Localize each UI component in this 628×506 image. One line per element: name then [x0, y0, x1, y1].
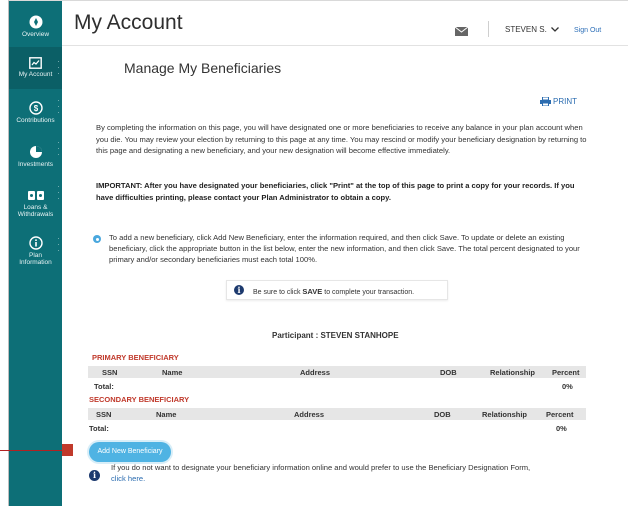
participant-name: Participant : STEVEN STANHOPE: [272, 331, 399, 340]
bullet-icon: [93, 235, 101, 243]
important-notice: IMPORTANT: After you have designated you…: [96, 181, 575, 202]
more-dots-icon[interactable]: · · ·: [57, 97, 60, 117]
more-dots-icon[interactable]: · · ·: [57, 235, 60, 255]
column-header: Percent: [552, 368, 580, 377]
more-dots-icon[interactable]: · · ·: [57, 139, 60, 159]
primary-table-header: SSN Name Address DOB Relationship Percen…: [88, 366, 586, 378]
more-dots-icon[interactable]: · · ·: [57, 58, 60, 78]
notice-text-pre: Be sure to click: [253, 289, 301, 296]
secondary-table-header: SSN Name Address DOB Relationship Percen…: [88, 408, 586, 420]
header: My Account STEVEN S. Sign Out: [62, 1, 628, 46]
pie-icon: [29, 146, 42, 158]
sign-out-link[interactable]: Sign Out: [574, 27, 601, 34]
more-dots-icon[interactable]: · · ·: [57, 183, 60, 203]
column-header: SSN: [102, 368, 118, 377]
sidebar-item-label: Contributions: [16, 117, 55, 124]
column-header: DOB: [434, 410, 451, 419]
info-circle-icon: i: [89, 470, 100, 481]
dollar-icon: $: [28, 101, 43, 115]
footer-note: If you do not want to designate your ben…: [111, 462, 591, 484]
section-title: Manage My Beneficiaries: [124, 60, 282, 76]
mail-icon[interactable]: [455, 27, 468, 36]
notice-save-word: SAVE: [302, 287, 323, 296]
sidebar-item-investments[interactable]: Investments · · ·: [9, 131, 62, 175]
sidebar-item-label: Loans &: [23, 204, 48, 211]
column-header: Address: [294, 410, 325, 419]
callout-marker: [62, 444, 73, 456]
print-link[interactable]: PRINT: [540, 96, 577, 107]
notice-text-post: to complete your transaction.: [324, 289, 415, 296]
chevron-down-icon[interactable]: [551, 27, 559, 32]
footer-text: If you do not want to designate your ben…: [111, 463, 531, 472]
column-header: Name: [156, 410, 177, 419]
primary-total-label: Total:: [94, 382, 114, 391]
sidebar-item-label: Investments: [17, 161, 54, 168]
column-header: Percent: [546, 410, 574, 419]
sidebar-item-label: Withdrawals: [17, 211, 54, 218]
user-menu[interactable]: STEVEN S.: [505, 25, 547, 34]
primary-total-value: 0%: [562, 382, 573, 391]
sidebar: Overview My Account · · · $ Contributions …: [9, 1, 62, 506]
add-new-beneficiary-button[interactable]: Add New Beneficiary: [89, 442, 171, 462]
money-icon: [27, 191, 44, 200]
sidebar-item-label: My Account: [18, 71, 53, 78]
column-header: SSN: [96, 410, 112, 419]
column-header: Address: [300, 368, 331, 377]
instructions-text: To add a new beneficiary, click Add New …: [109, 233, 580, 265]
compass-icon: [29, 15, 42, 29]
sidebar-item-plan-information[interactable]: Plan Information · · ·: [9, 227, 62, 273]
sidebar-item-label: Information: [19, 259, 52, 266]
printer-icon: [540, 96, 551, 107]
svg-text:$: $: [33, 104, 38, 113]
sidebar-item-overview[interactable]: Overview: [9, 1, 62, 47]
intro-text: By completing the information on this pa…: [96, 123, 587, 156]
print-label: PRINT: [553, 97, 577, 106]
save-reminder: i Be sure to click SAVE to complete your…: [226, 280, 448, 300]
sidebar-item-label: Plan: [28, 252, 42, 259]
sidebar-item-loans-withdrawals[interactable]: Loans & Withdrawals · · ·: [9, 175, 62, 227]
sidebar-item-contributions[interactable]: $ Contributions · · ·: [9, 89, 62, 131]
primary-beneficiary-label: PRIMARY BENEFICIARY: [92, 353, 179, 362]
secondary-total-label: Total:: [89, 424, 109, 433]
info-icon: [28, 236, 43, 250]
header-divider: [488, 21, 489, 37]
column-header: Relationship: [482, 410, 528, 419]
page-title: My Account: [74, 11, 183, 34]
callout-line: [0, 450, 66, 451]
column-header: DOB: [440, 368, 457, 377]
column-header: Name: [162, 368, 183, 377]
column-header: Relationship: [490, 368, 536, 377]
secondary-total-value: 0%: [556, 424, 567, 433]
secondary-beneficiary-label: SECONDARY BENEFICIARY: [89, 395, 190, 404]
click-here-link[interactable]: click here.: [111, 474, 145, 483]
sidebar-item-my-account[interactable]: My Account · · ·: [9, 47, 62, 89]
info-circle-icon: i: [234, 285, 244, 295]
sidebar-item-label: Overview: [21, 31, 50, 38]
chart-icon: [29, 57, 42, 69]
